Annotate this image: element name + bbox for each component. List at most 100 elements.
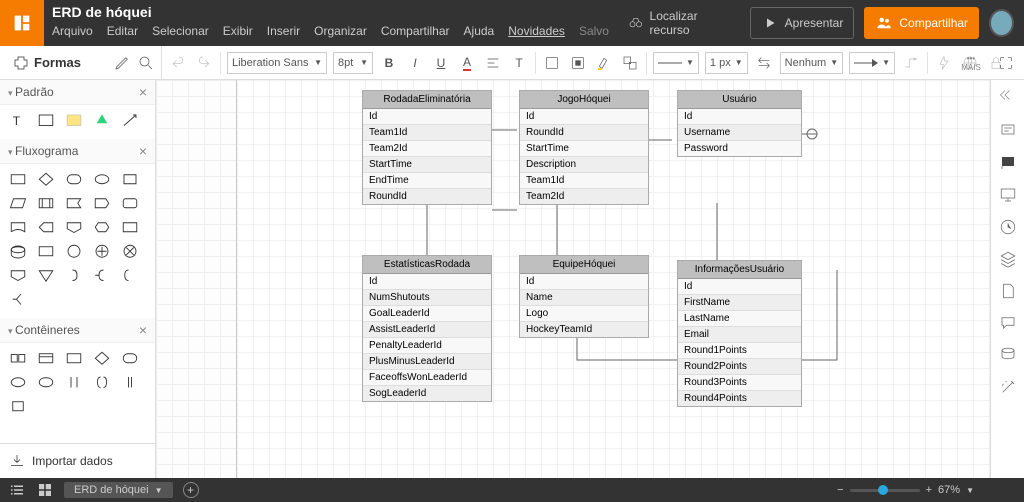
flowchart-shape[interactable] [90,218,114,238]
entity-field[interactable]: AssistLeaderId [363,322,491,338]
container-shape[interactable] [90,349,114,369]
entity-field[interactable]: Password [678,141,801,156]
pencil-icon[interactable] [113,54,131,72]
entity-field[interactable]: Id [363,274,491,290]
entity-field[interactable]: PlusMinusLeaderId [363,354,491,370]
entity-field[interactable]: Description [520,157,648,173]
flowchart-shape[interactable] [118,242,142,262]
flowchart-shape[interactable] [62,194,86,214]
entity-field[interactable]: Id [363,109,491,125]
shape-style-button[interactable] [620,53,640,73]
italic-button[interactable]: I [405,53,425,73]
find-resource-button[interactable]: Localizar recurso [617,2,740,44]
flowchart-shape[interactable] [90,242,114,262]
list-view-icon[interactable] [8,481,26,499]
entity-equipe[interactable]: EquipeHóquei IdNameLogoHockeyTeamId [519,255,649,338]
present-button[interactable]: Apresentar [750,7,855,39]
flowchart-shape[interactable] [62,242,86,262]
entity-field[interactable]: RoundId [363,189,491,204]
line-style-select[interactable]: ▼ [653,52,699,74]
search-icon[interactable] [137,54,155,72]
textformat-button[interactable]: T [509,53,529,73]
canvas[interactable]: RodadaEliminatória IdTeam1IdTeam2IdStart… [156,80,990,478]
data-icon[interactable] [999,346,1017,364]
flowchart-shape[interactable] [90,266,114,286]
flowchart-shape[interactable] [90,194,114,214]
entity-field[interactable]: Username [678,125,801,141]
undo-button[interactable] [168,53,188,73]
entity-field[interactable]: Team2Id [520,189,648,204]
flowchart-shape[interactable] [118,218,142,238]
shape-rect[interactable] [34,111,58,131]
shape-hotspot[interactable] [90,111,114,131]
section-fluxo[interactable]: Fluxograma [15,144,78,158]
entity-field[interactable]: LastName [678,311,801,327]
menu-selecionar[interactable]: Selecionar [152,24,209,38]
collapse-cont[interactable]: × [139,322,147,338]
chat-icon[interactable] [999,314,1017,332]
entity-field[interactable]: StartTime [520,141,648,157]
collapse-padrao[interactable]: × [139,84,147,100]
flowchart-shape[interactable] [34,266,58,286]
entity-field[interactable]: EndTime [363,173,491,189]
entity-field[interactable]: Id [678,109,801,125]
entity-field[interactable]: HockeyTeamId [520,322,648,337]
zoom-out-button[interactable]: − [837,484,843,496]
flowchart-shape[interactable] [6,266,30,286]
menu-arquivo[interactable]: Arquivo [52,24,93,38]
menu-organizar[interactable]: Organizar [314,24,367,38]
entity-field[interactable]: FirstName [678,295,801,311]
shape-note[interactable] [62,111,86,131]
add-page-button[interactable]: + [183,482,199,498]
flowchart-shape[interactable] [118,170,142,190]
flowchart-shape[interactable] [62,170,86,190]
more-toolbar[interactable]: •••MAIS [954,46,988,80]
flowchart-shape[interactable] [6,218,30,238]
flowchart-shape[interactable] [62,266,86,286]
font-select[interactable]: Liberation Sans▼ [227,52,327,74]
present-icon[interactable] [999,186,1017,204]
entity-field[interactable]: Round4Points [678,391,801,406]
entity-field[interactable]: StartTime [363,157,491,173]
share-button[interactable]: Compartilhar [864,7,979,39]
container-shape[interactable] [62,373,86,393]
menu-exibir[interactable]: Exibir [223,24,253,38]
container-shape[interactable] [34,349,58,369]
fontsize-select[interactable]: 8pt▼ [333,52,373,74]
section-cont[interactable]: Contêineres [15,323,80,337]
entity-field[interactable]: PenaltyLeaderId [363,338,491,354]
magic-icon[interactable] [999,378,1017,396]
container-shape[interactable] [118,349,142,369]
entity-field[interactable]: Round3Points [678,375,801,391]
container-shape[interactable] [6,349,30,369]
redo-button[interactable] [194,53,214,73]
entity-field[interactable]: Team1Id [520,173,648,189]
menu-ajuda[interactable]: Ajuda [464,24,495,38]
flash-button[interactable] [934,53,954,73]
entity-stats[interactable]: EstatísticasRodada IdNumShutoutsGoalLead… [362,255,492,402]
collapse-rail-icon[interactable] [999,86,1017,104]
menu-novidades[interactable]: Novidades [508,24,565,38]
collapse-fluxo[interactable]: × [139,143,147,159]
entity-field[interactable]: Name [520,290,648,306]
container-shape[interactable] [34,373,58,393]
flowchart-shape[interactable] [6,290,30,310]
section-padrao[interactable]: Padrão [15,85,54,99]
entity-field[interactable]: Team2Id [363,141,491,157]
zoom-slider[interactable] [850,489,920,492]
user-avatar[interactable] [989,9,1014,37]
entity-field[interactable]: Email [678,327,801,343]
textcolor-button[interactable]: A [457,53,477,73]
entity-info[interactable]: InformaçõesUsuário IdFirstNameLastNameEm… [677,260,802,407]
doc-title[interactable]: ERD de hóquei [52,4,609,20]
line-route-button[interactable] [901,53,921,73]
highlight-button[interactable] [594,53,614,73]
flowchart-shape[interactable] [118,194,142,214]
flowchart-shape[interactable] [34,194,58,214]
entity-field[interactable]: FaceoffsWonLeaderId [363,370,491,386]
container-shape[interactable] [90,373,114,393]
container-shape[interactable] [6,397,30,417]
comments-icon[interactable] [999,122,1017,140]
flowchart-shape[interactable] [34,218,58,238]
app-logo[interactable] [0,0,44,46]
